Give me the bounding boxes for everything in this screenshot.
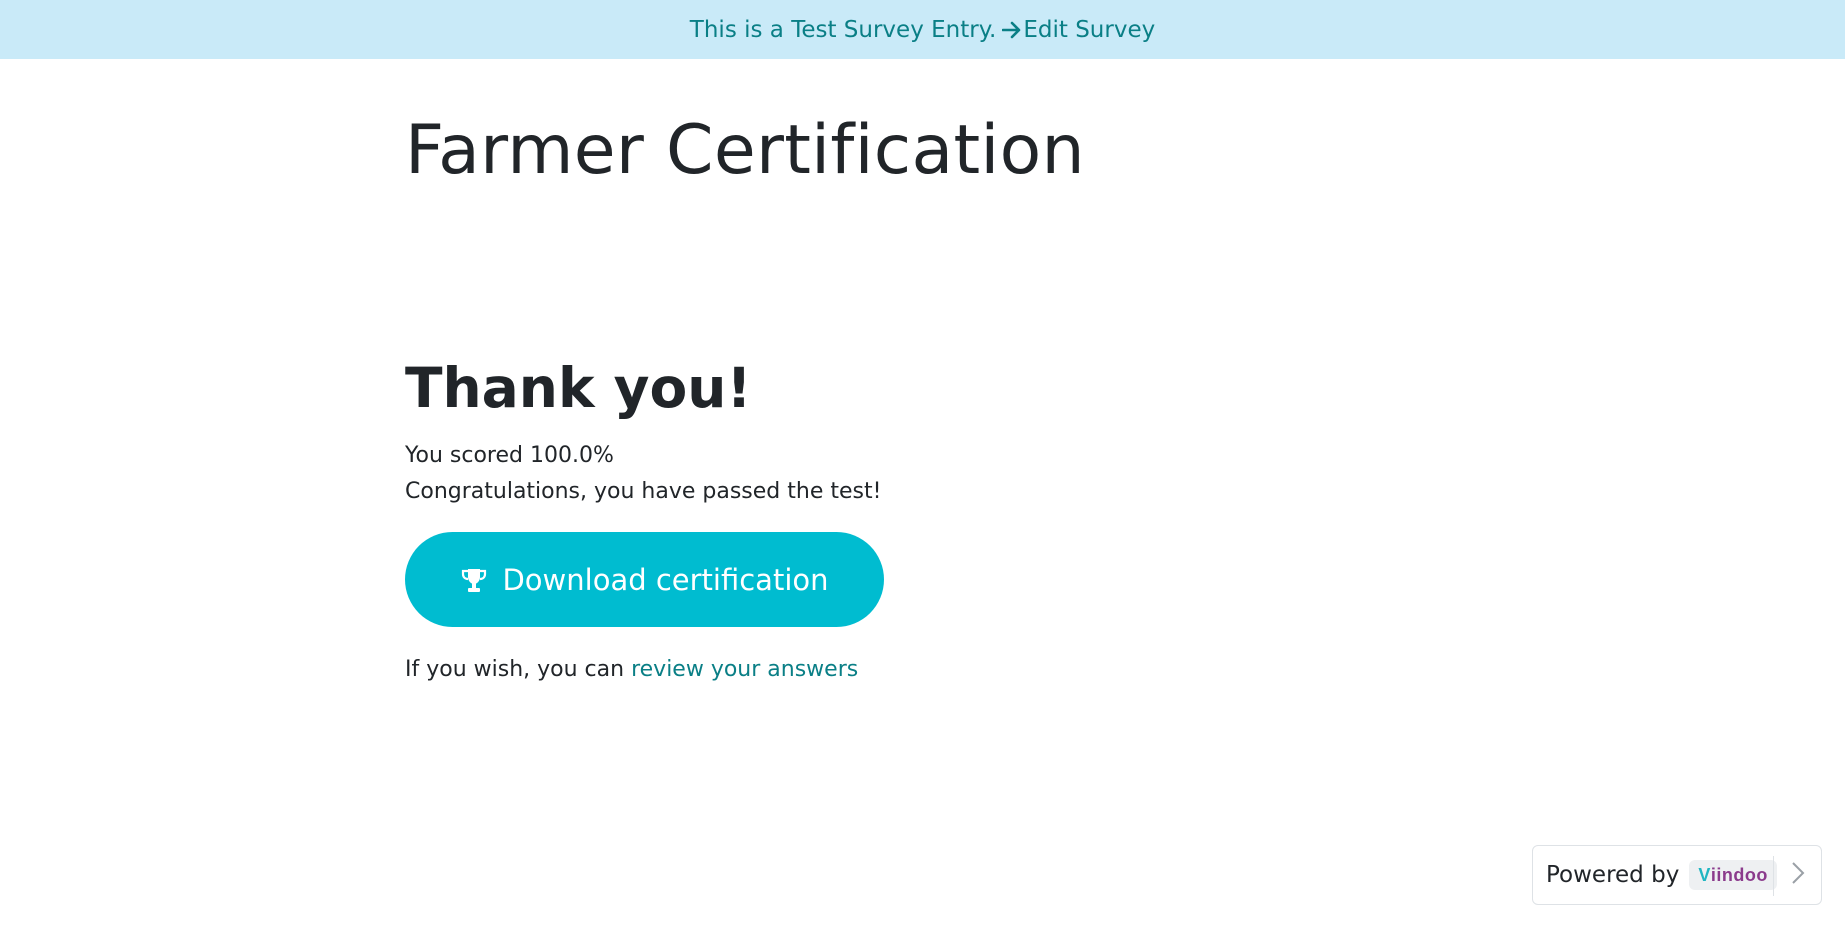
viindoo-logo[interactable]: Viindoo xyxy=(1689,860,1777,890)
logo-rest: iindoo xyxy=(1710,864,1768,885)
powered-by-badge: Powered by Viindoo xyxy=(1532,845,1822,905)
expand-badge-button[interactable] xyxy=(1774,846,1822,904)
download-certification-button[interactable]: Download certification xyxy=(405,532,884,627)
survey-content: Farmer Certification Thank you! You scor… xyxy=(405,110,1305,682)
congrats-text: Congratulations, you have passed the tes… xyxy=(405,479,882,504)
test-survey-banner: This is a Test Survey Entry. Edit Survey xyxy=(0,0,1845,59)
banner-message: This is a Test Survey Entry. xyxy=(689,16,997,43)
review-answers-line: If you wish, you can review your answers xyxy=(405,652,858,688)
trophy-icon xyxy=(460,566,488,594)
thank-you-heading: Thank you! xyxy=(405,356,752,420)
review-prefix: If you wish, you can xyxy=(405,657,625,682)
survey-title: Farmer Certification xyxy=(405,111,1085,190)
review-answers-link[interactable]: review your answers xyxy=(631,657,858,682)
score-text: You scored 100.0% xyxy=(405,443,614,468)
logo-first-letter: V xyxy=(1698,864,1711,885)
powered-by-label: Powered by xyxy=(1546,862,1680,888)
download-certification-label: Download certification xyxy=(502,562,829,597)
arrow-right-icon xyxy=(1002,21,1022,39)
chevron-right-icon xyxy=(1791,861,1805,889)
edit-survey-label: Edit Survey xyxy=(1023,16,1156,43)
edit-survey-link[interactable]: Edit Survey xyxy=(996,17,1155,43)
